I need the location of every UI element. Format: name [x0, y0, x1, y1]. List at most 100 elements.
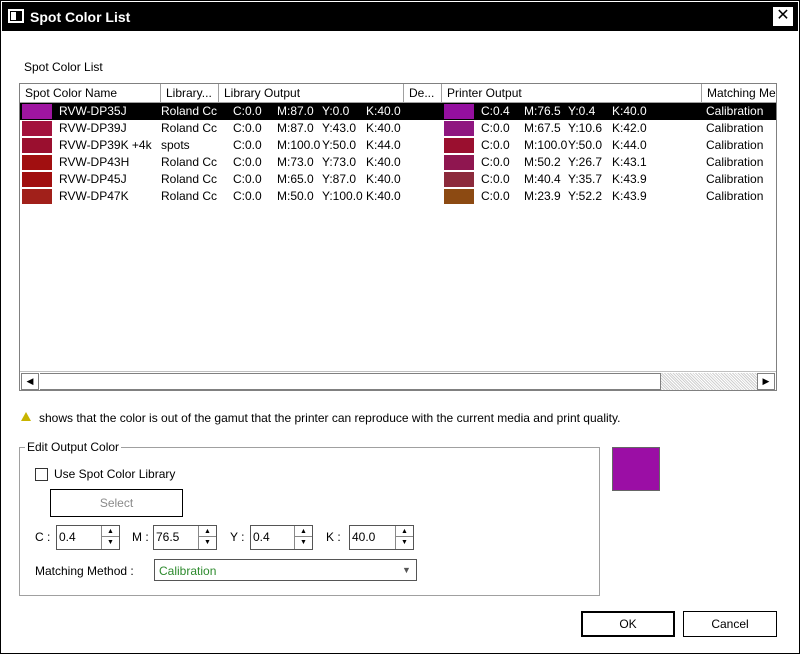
- table-row[interactable]: RVW-DP47K Roland Cc C:0.0 M:50.0 Y:100.0 K:40…: [20, 188, 776, 205]
- cell-library-output-m: M:50.0: [277, 189, 314, 203]
- cell-printer-output-m: M:40.4: [524, 172, 561, 186]
- cell-matching-method: Calibration: [706, 104, 764, 118]
- cell-library-output-y: Y:87.0: [322, 172, 357, 186]
- c-spinner[interactable]: 0.4 ▲ ▼: [56, 525, 120, 550]
- cell-printer-output-y: Y:35.7: [568, 172, 603, 186]
- k-spinner[interactable]: 40.0 ▲ ▼: [349, 525, 414, 550]
- cell-library-output-k: K:44.0: [366, 138, 401, 152]
- cell-library-output-c: C:0.0: [233, 121, 262, 135]
- library-color-swatch: [22, 104, 52, 119]
- m-value[interactable]: 76.5: [156, 530, 179, 544]
- printer-color-swatch: [444, 189, 474, 204]
- table-row[interactable]: RVW-DP43H Roland Cc C:0.0 M:73.0 Y:73.0 K:40.…: [20, 154, 776, 171]
- cell-library-output-m: M:65.0: [277, 172, 314, 186]
- cell-printer-output-k: K:43.1: [612, 155, 647, 169]
- m-spinner[interactable]: 76.5 ▲ ▼: [153, 525, 217, 550]
- y-spinner[interactable]: 0.4 ▲ ▼: [250, 525, 313, 550]
- spin-up-icon[interactable]: ▲: [295, 526, 312, 537]
- column-header-library-output[interactable]: Library Output: [219, 84, 404, 103]
- cell-library-output-c: C:0.0: [233, 189, 262, 203]
- spin-up-icon[interactable]: ▲: [102, 526, 119, 537]
- cell-spot-color-name: RVW-DP39J: [59, 121, 127, 135]
- c-spinner-arrows: ▲ ▼: [101, 526, 119, 549]
- y-value[interactable]: 0.4: [253, 530, 270, 544]
- column-header-library[interactable]: Library...: [161, 84, 219, 103]
- table-row[interactable]: RVW-DP35J Roland Cc C:0.0 M:87.0 Y:0.0 K:40.0…: [20, 103, 776, 120]
- use-spot-color-library-checkbox[interactable]: [35, 468, 48, 481]
- table-row[interactable]: RVW-DP45J Roland Cc C:0.0 M:65.0 Y:87.0 K:40.…: [20, 171, 776, 188]
- cell-printer-output-y: Y:0.4: [568, 104, 596, 118]
- spin-down-icon[interactable]: ▼: [396, 537, 413, 548]
- m-label: M :: [132, 530, 149, 544]
- chevron-down-icon[interactable]: ▼: [398, 561, 415, 579]
- matching-method-value[interactable]: Calibration: [159, 564, 216, 578]
- close-button[interactable]: ✕: [772, 6, 794, 27]
- select-button[interactable]: Select: [50, 489, 183, 517]
- cancel-button[interactable]: Cancel: [683, 611, 777, 637]
- cell-library-output-k: K:40.0: [366, 104, 401, 118]
- spin-up-icon[interactable]: ▲: [199, 526, 216, 537]
- spot-color-table[interactable]: Spot Color Name Library... Library Outpu…: [19, 83, 777, 391]
- dialog-window: Spot Color List ✕ Spot Color List Spot C…: [0, 0, 800, 654]
- table-row[interactable]: RVW-DP39K +4k spots C:0.0 M:100.0 Y:50.0 K:44…: [20, 137, 776, 154]
- column-header-name[interactable]: Spot Color Name: [20, 84, 161, 103]
- matching-method-select[interactable]: Calibration ▼: [154, 559, 417, 581]
- cell-printer-output-k: K:42.0: [612, 121, 647, 135]
- cell-library: Roland Cc: [161, 104, 218, 118]
- cell-library-output-y: Y:0.0: [322, 104, 350, 118]
- color-preview-swatch: [612, 447, 660, 491]
- cell-library-output-y: Y:100.0: [322, 189, 363, 203]
- cell-spot-color-name: RVW-DP45J: [59, 172, 127, 186]
- spin-down-icon[interactable]: ▼: [102, 537, 119, 548]
- cell-printer-output-y: Y:26.7: [568, 155, 603, 169]
- cell-library: Roland Cc: [161, 189, 218, 203]
- cell-library-output-m: M:87.0: [277, 104, 314, 118]
- cell-library-output-m: M:87.0: [277, 121, 314, 135]
- cell-library-output-c: C:0.0: [233, 104, 262, 118]
- cell-printer-output-c: C:0.0: [481, 172, 510, 186]
- gamut-note-text: shows that the color is out of the gamut…: [39, 411, 621, 425]
- scroll-thumb[interactable]: [661, 373, 757, 390]
- table-row[interactable]: RVW-DP39J Roland Cc C:0.0 M:87.0 Y:43.0 K:40.…: [20, 120, 776, 137]
- cell-library-output-m: M:73.0: [277, 155, 314, 169]
- cell-printer-output-m: M:23.9: [524, 189, 561, 203]
- cell-printer-output-k: K:44.0: [612, 138, 647, 152]
- cell-library: Roland Cc: [161, 172, 218, 186]
- library-color-swatch: [22, 138, 52, 153]
- cell-printer-output-m: M:76.5: [524, 104, 561, 118]
- library-color-swatch: [22, 189, 52, 204]
- printer-color-swatch: [444, 155, 474, 170]
- cell-library: spots: [161, 138, 190, 152]
- c-value[interactable]: 0.4: [59, 530, 76, 544]
- cell-library-output-c: C:0.0: [233, 155, 262, 169]
- cell-spot-color-name: RVW-DP35J: [59, 104, 127, 118]
- spin-down-icon[interactable]: ▼: [295, 537, 312, 548]
- cell-printer-output-c: C:0.0: [481, 155, 510, 169]
- spin-down-icon[interactable]: ▼: [199, 537, 216, 548]
- scroll-left-icon[interactable]: ◀: [21, 373, 39, 390]
- app-window-icon: [8, 9, 24, 23]
- horizontal-scrollbar[interactable]: ◀ ▶: [20, 371, 776, 390]
- column-header-printer-output[interactable]: Printer Output: [442, 84, 702, 103]
- cell-matching-method: Calibration: [706, 189, 764, 203]
- column-header-de[interactable]: De...: [404, 84, 442, 103]
- use-spot-color-library-label[interactable]: Use Spot Color Library: [54, 467, 175, 481]
- cell-matching-method: Calibration: [706, 172, 764, 186]
- scroll-track[interactable]: [40, 373, 661, 390]
- y-label: Y :: [230, 530, 245, 544]
- cell-matching-method: Calibration: [706, 155, 764, 169]
- spin-up-icon[interactable]: ▲: [396, 526, 413, 537]
- library-color-swatch: [22, 155, 52, 170]
- column-header-matching-method[interactable]: Matching Me: [702, 84, 776, 103]
- cell-printer-output-k: K:40.0: [612, 104, 647, 118]
- k-spinner-arrows: ▲ ▼: [395, 526, 413, 549]
- y-spinner-arrows: ▲ ▼: [294, 526, 312, 549]
- cell-printer-output-c: C:0.4: [481, 104, 510, 118]
- k-value[interactable]: 40.0: [352, 530, 375, 544]
- scroll-right-icon[interactable]: ▶: [757, 373, 775, 390]
- c-label: C :: [35, 530, 51, 544]
- cell-printer-output-y: Y:50.0: [568, 138, 603, 152]
- list-section-label: Spot Color List: [24, 60, 103, 74]
- cell-printer-output-m: M:100.0: [524, 138, 568, 152]
- ok-button[interactable]: OK: [581, 611, 675, 637]
